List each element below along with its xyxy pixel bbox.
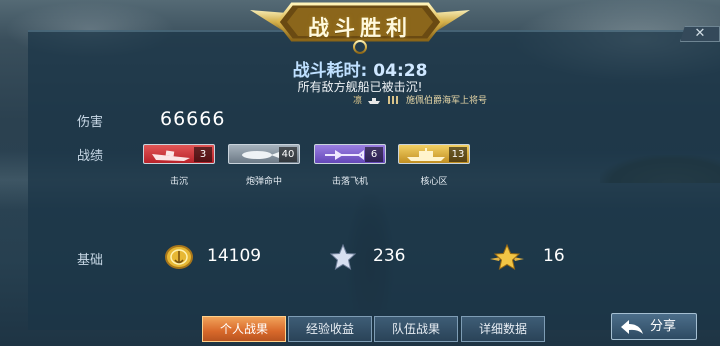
badge-citadel-count: 13 xyxy=(449,147,467,162)
player-ship-name: 施佩伯爵海军上将号 xyxy=(406,96,488,106)
silver-star-icon xyxy=(330,244,356,270)
experience-value: 236 xyxy=(373,246,406,266)
shell-hit-icon xyxy=(242,151,279,159)
badge-plane-down[interactable]: 6 xyxy=(314,144,386,164)
badge-plane-down-count: 6 xyxy=(365,147,383,162)
ship-class-icon xyxy=(368,97,381,104)
badge-sunk-count: 3 xyxy=(194,147,212,162)
share-button-label: 分享 xyxy=(650,319,677,334)
badge-citadel[interactable]: 13 xyxy=(398,144,470,164)
victory-title: 战斗胜利 xyxy=(308,16,412,40)
sunk-ship-icon xyxy=(152,150,190,161)
damage-value: 66666 xyxy=(160,108,226,130)
badge-citadel-label: 核心区 xyxy=(420,177,448,187)
record-label: 战绩 xyxy=(77,149,104,164)
badge-plane-down-label: 击落飞机 xyxy=(331,177,368,187)
base-label: 基础 xyxy=(77,253,104,268)
reward-value: 16 xyxy=(543,246,565,266)
badge-sunk[interactable]: 3 xyxy=(143,144,215,164)
damage-label: 伤害 xyxy=(77,115,104,130)
rank-bars-icon xyxy=(388,95,399,104)
badge-shell-hit-count: 40 xyxy=(279,147,297,162)
close-icon[interactable]: ✕ xyxy=(695,26,706,41)
player-name: 凛 xyxy=(353,96,363,106)
tab-detailed-data[interactable]: 详细数据 xyxy=(461,316,545,342)
close-button[interactable]: ✕ xyxy=(680,26,720,42)
share-button[interactable]: 分享 xyxy=(611,313,697,340)
gold-value: 14109 xyxy=(207,246,262,266)
badge-shell-hit-label: 炮弹命中 xyxy=(245,177,282,187)
back-arrow-icon xyxy=(621,320,643,334)
tab-experience-gain[interactable]: 经验收益 xyxy=(288,316,372,342)
tab-team-result[interactable]: 队伍战果 xyxy=(374,316,458,342)
mvp-line: 凛 施佩伯爵海军上将号 xyxy=(353,93,487,106)
gold-star-wings-icon xyxy=(490,244,524,270)
badge-shell-hit[interactable]: 40 xyxy=(228,144,300,164)
plane-down-icon xyxy=(325,150,364,160)
gold-coin-icon xyxy=(165,245,193,269)
tab-personal-result[interactable]: 个人战果 xyxy=(202,316,286,342)
citadel-icon xyxy=(407,148,445,161)
badge-sunk-label: 击沉 xyxy=(169,177,188,187)
